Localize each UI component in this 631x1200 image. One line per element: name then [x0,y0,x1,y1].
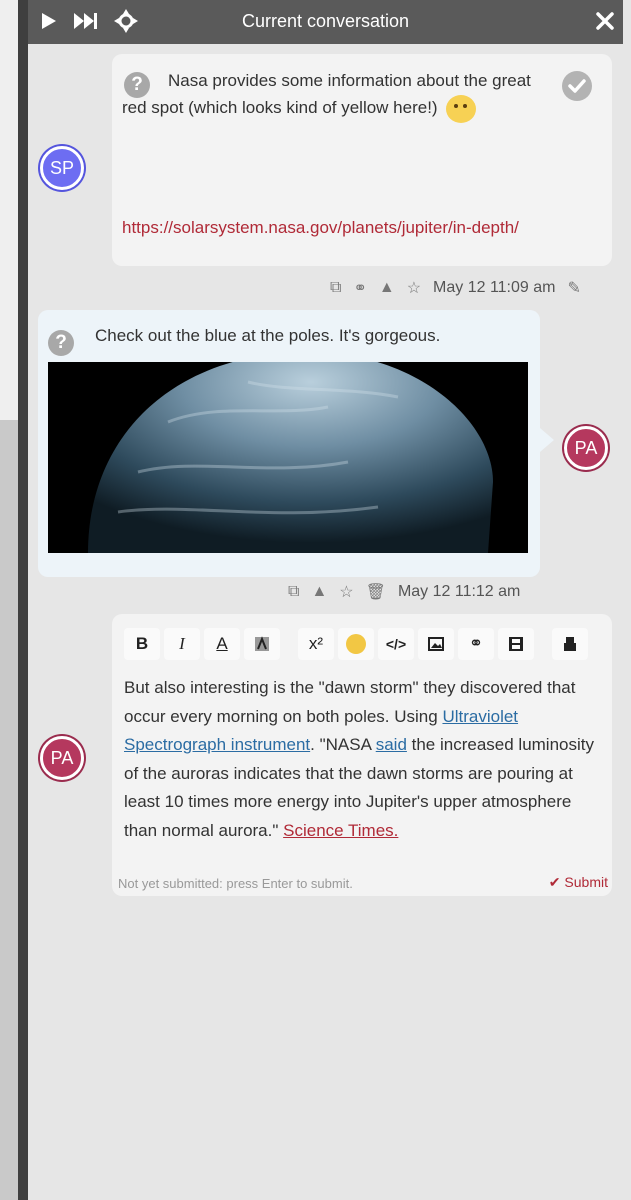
left-rail-lower [0,420,18,1200]
italic-icon[interactable]: I [164,628,200,660]
copy-icon[interactable]: ⧉ [330,279,341,297]
timestamp: May 12 11:12 am [397,583,521,600]
bold-icon[interactable]: B [124,628,160,660]
composer[interactable]: B I A x² </> ⚭ But also interesting is t… [112,614,612,896]
submit-label: Submit [564,874,608,890]
message-meta-2: ⧉ ▲ ☆ 🗑 May 12 11:12 am [288,582,520,602]
timestamp: May 12 11:09 am [433,279,556,296]
jupiter-pole-image[interactable] [48,362,528,553]
message-link[interactable]: https://solarsystem.nasa.gov/planets/jup… [122,214,519,241]
star-icon[interactable]: ☆ [407,278,421,298]
avatar-pa-composer[interactable]: PA [40,736,84,780]
composer-text-part-2: . "NASA [310,735,376,754]
editor-toolbar: B I A x² </> ⚭ [124,628,588,660]
close-icon[interactable] [593,6,617,36]
science-times-link[interactable]: Science Times. [283,821,398,840]
check-icon: ✔ [548,874,561,890]
pencil-icon[interactable]: ✎ [567,278,580,298]
message-text-1: Nasa provides some information about the… [122,67,542,123]
film-icon[interactable] [498,628,534,660]
clear-format-icon[interactable] [552,628,588,660]
link-icon[interactable]: ⚭ [458,628,494,660]
superscript-icon[interactable]: x² [298,628,334,660]
check-icon[interactable] [562,71,592,101]
font-color-icon[interactable]: A [204,628,240,660]
code-icon[interactable]: </> [378,628,414,660]
message-bubble-1: ? Nasa provides some information about t… [112,54,612,266]
said-link[interactable]: said [376,735,407,754]
trash-icon[interactable]: 🗑 [366,582,386,602]
submit-hint: Not yet submitted: press Enter to submit… [118,876,353,891]
image-icon[interactable] [418,628,454,660]
left-rail [0,0,18,1200]
bubble-tail [540,428,554,452]
copy-icon[interactable]: ⧉ [288,583,299,601]
message-text-2: Check out the blue at the poles. It's go… [95,326,441,345]
submit-button[interactable]: ✔ Submit [549,874,608,891]
message-meta-1: ⧉ ⚭ ▲ ☆ May 12 11:09 am ✎ [330,278,581,298]
message-bubble-2: ? Check out the blue at the poles. It's … [38,310,540,577]
header-title: Current conversation [241,11,410,31]
warning-icon[interactable]: ▲ [379,279,395,297]
warning-icon[interactable]: ▲ [311,583,327,601]
panel-header: Current conversation [28,0,623,44]
link-icon[interactable]: ⚭ [353,278,366,298]
highlight-icon[interactable] [244,628,280,660]
emoji-icon[interactable] [338,628,374,660]
question-icon[interactable]: ? [48,330,74,356]
conversation-panel: Current conversation SP ? Nasa provides … [28,0,631,1200]
avatar-sp[interactable]: SP [40,146,84,190]
avatar-pa[interactable]: PA [564,426,608,470]
panel-divider[interactable] [18,0,28,1200]
star-icon[interactable]: ☆ [339,582,353,602]
composer-text[interactable]: But also interesting is the "dawn storm"… [124,674,604,845]
thinking-emoji-icon [446,94,477,123]
